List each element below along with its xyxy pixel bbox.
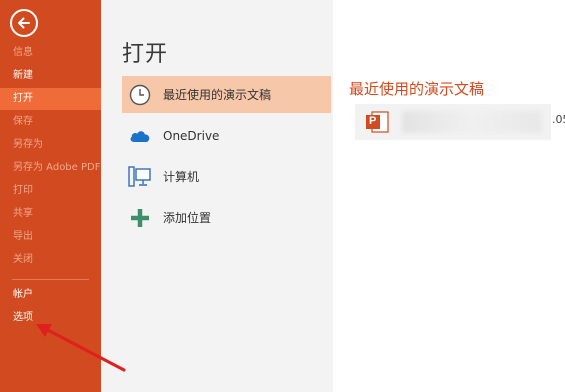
back-button[interactable] [10,9,38,37]
location-label: OneDrive [163,128,220,143]
backstage-sidebar: 信息 新建 打开 保存 另存为 另存为 Adobe PDF 打印 共享 导出 关… [0,0,101,392]
powerpoint-file-icon: P [364,109,390,135]
location-label: 最近使用的演示文稿 [163,88,272,102]
sidebar-item-info[interactable]: 信息 [0,42,101,64]
cloud-icon [128,124,152,148]
file-name-blurred [402,111,542,133]
sidebar-item-close[interactable]: 关闭 [0,249,101,271]
sidebar-item-save-as[interactable]: 另存为 [0,134,101,156]
plus-icon [128,206,152,230]
sidebar-item-new[interactable]: 新建 [0,65,101,87]
sidebar-item-open[interactable]: 打开 [0,88,101,110]
file-name-tail: .05 [552,113,565,126]
computer-icon [128,165,152,189]
location-add-place[interactable]: 添加位置 [122,199,331,236]
file-icon-letter: P [369,115,377,127]
arrow-left-icon [18,17,30,29]
open-locations-pane: 打开 最近使用的演示文稿 OneDrive 计算机 添加位置 [101,0,333,392]
sidebar-divider [12,279,89,280]
location-label: 添加位置 [163,211,212,225]
recent-section-title: 最近使用的演示文稿 [349,80,485,98]
location-computer[interactable]: 计算机 [122,158,331,195]
recent-file-item[interactable]: P [355,104,551,140]
sidebar-item-save-as-pdf[interactable]: 另存为 Adobe PDF [0,157,101,179]
page-title: 打开 [122,42,169,67]
location-onedrive[interactable]: OneDrive [122,117,331,154]
sidebar-item-print[interactable]: 打印 [0,180,101,202]
location-label: 计算机 [163,170,200,184]
sidebar-item-share[interactable]: 共享 [0,203,101,225]
sidebar-item-export[interactable]: 导出 [0,226,101,248]
sidebar-item-options[interactable]: 选项 [0,307,101,329]
sidebar-item-account[interactable]: 帐户 [0,284,101,306]
clock-icon [128,83,152,107]
sidebar-item-save[interactable]: 保存 [0,111,101,133]
location-recent[interactable]: 最近使用的演示文稿 [122,76,331,113]
